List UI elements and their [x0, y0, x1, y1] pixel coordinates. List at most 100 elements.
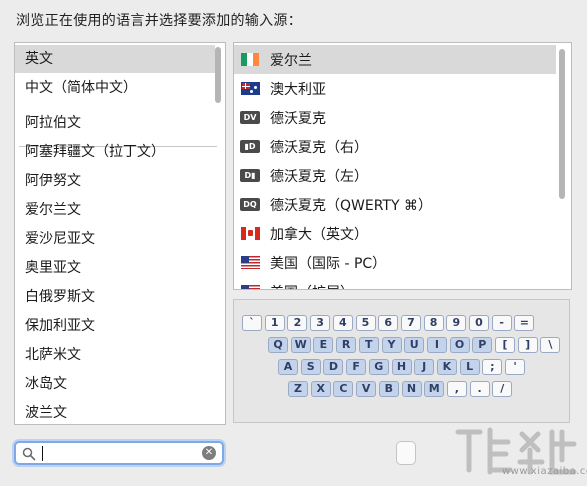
keyboard-key: Z	[288, 381, 308, 397]
language-item-label: 中文（简体中文）	[25, 80, 137, 96]
language-item-label: 阿塞拜疆文（拉丁文）	[25, 144, 165, 160]
keyboard-key: B	[378, 381, 399, 397]
keyboard-key: \	[540, 337, 561, 353]
input-source-item[interactable]: 加拿大（英文）	[234, 219, 556, 248]
keyboard-key: G	[368, 359, 389, 375]
language-item[interactable]: 奥里亚文	[15, 254, 215, 282]
keyboard-key: N	[401, 381, 422, 397]
keyboard-key: 5	[355, 315, 376, 331]
keyboard-key: `	[242, 315, 262, 331]
keyboard-key: F	[346, 359, 367, 375]
dvorak-icon: DV	[240, 111, 260, 125]
language-item[interactable]: 北萨米文	[15, 341, 215, 369]
keyboard-key: C	[333, 381, 354, 397]
language-item[interactable]: 白俄罗斯文	[15, 283, 215, 311]
keyboard-key: L	[459, 359, 480, 375]
flag-ireland-icon	[240, 53, 260, 67]
keyboard-key: U	[404, 337, 425, 353]
language-item[interactable]: 保加利亚文	[15, 312, 215, 340]
keyboard-key: [	[495, 337, 515, 353]
language-item[interactable]: 冰岛文	[15, 370, 215, 398]
keyboard-key: '	[505, 359, 525, 375]
language-item-label: 波兰文	[25, 405, 67, 421]
keyboard-key: V	[356, 381, 377, 397]
search-icon	[22, 447, 36, 461]
keyboard-key: A	[278, 359, 298, 375]
input-source-item[interactable]: DV 德沃夏克	[234, 103, 556, 132]
input-source-label: 加拿大（英文）	[270, 226, 368, 243]
keyboard-key: ;	[482, 359, 503, 375]
input-source-label: 德沃夏克	[270, 110, 326, 127]
keyboard-key: /	[492, 381, 513, 397]
keyboard-key: I	[426, 337, 447, 353]
language-list-scrollbar[interactable]	[215, 47, 221, 103]
language-list[interactable]: 英文 中文（简体中文） 阿拉伯文 阿塞拜疆文（拉丁文） 阿伊努文 爱尔兰文 爱沙…	[14, 42, 226, 425]
dvorak-right-icon: ▮D	[240, 140, 260, 154]
input-source-label: 爱尔兰	[270, 52, 312, 69]
language-item[interactable]: 阿拉伯文	[15, 109, 215, 137]
input-source-item[interactable]: ▮D 德沃夏克（右）	[234, 132, 556, 161]
keyboard-key: T	[358, 337, 379, 353]
input-source-list-scrollbar[interactable]	[559, 49, 565, 199]
language-item-label: 冰岛文	[25, 376, 67, 392]
language-item[interactable]: 中文（简体中文）	[15, 74, 215, 102]
keyboard-key: -	[491, 315, 512, 331]
flag-australia-icon	[240, 82, 260, 96]
keyboard-key: W	[290, 337, 311, 353]
keyboard-key: 4	[332, 315, 353, 331]
input-source-label: 澳大利亚	[270, 81, 326, 98]
keyboard-key: P	[472, 337, 493, 353]
input-source-item[interactable]: DQ 德沃夏克（QWERTY ⌘）	[234, 190, 556, 219]
keyboard-key: 7	[400, 315, 421, 331]
search-input[interactable]	[42, 445, 192, 461]
keyboard-key: H	[391, 359, 412, 375]
keyboard-key: D	[323, 359, 344, 375]
keyboard-key: 2	[287, 315, 308, 331]
language-item-label: 英文	[25, 51, 53, 67]
keyboard-layout-preview: ` 1 2 3 4 5 6 7 8 9 0- = Q W E R T Y U I O P[] \ A S D F G H J K L; ' Z X C…	[233, 299, 570, 423]
language-item[interactable]: 波兰文	[15, 399, 215, 424]
keyboard-key: O	[449, 337, 470, 353]
clear-search-button[interactable]: ✕	[202, 446, 216, 460]
text-caret	[42, 446, 43, 461]
input-source-list[interactable]: 爱尔兰 澳大利亚 DV 德沃夏克 ▮D 德沃夏克（右） D▮ 德沃夏克（左） D…	[233, 42, 572, 290]
language-item-label: 北萨米文	[25, 347, 81, 363]
keyboard-key: 9	[446, 315, 467, 331]
keyboard-key: E	[313, 337, 334, 353]
keyboard-key: 6	[378, 315, 399, 331]
language-item-label: 奥里亚文	[25, 260, 81, 276]
keyboard-key: S	[300, 359, 321, 375]
keyboard-key: K	[436, 359, 457, 375]
keyboard-key: 0	[469, 315, 489, 331]
language-search-field[interactable]: ✕	[14, 441, 224, 465]
instruction-label: 浏览正在使用的语言并选择要添加的输入源：	[16, 13, 302, 29]
input-source-label: 美国（国际 - PC）	[270, 255, 387, 272]
language-item-label: 阿伊努文	[25, 173, 81, 189]
input-source-item[interactable]: 美国（国际 - PC）	[234, 248, 556, 277]
add-input-source-sheet: 浏览正在使用的语言并选择要添加的输入源： 英文 中文（简体中文） 阿拉伯文 阿塞…	[0, 0, 587, 486]
language-item[interactable]: 阿伊努文	[15, 167, 215, 195]
input-source-label: 德沃夏克（QWERTY ⌘）	[270, 197, 432, 214]
language-item-label: 阿拉伯文	[25, 115, 81, 131]
keyboard-key: 8	[423, 315, 444, 331]
language-item[interactable]: 阿塞拜疆文（拉丁文）	[15, 138, 215, 166]
language-item[interactable]: 爱尔兰文	[15, 196, 215, 224]
keyboard-key: ,	[446, 381, 467, 397]
keyboard-key: ]	[517, 337, 538, 353]
keyboard-key: 3	[310, 315, 331, 331]
keyboard-key: M	[424, 381, 445, 397]
dvorak-left-icon: D▮	[240, 169, 260, 183]
keyboard-key: 1	[264, 315, 285, 331]
language-item[interactable]: 爱沙尼亚文	[15, 225, 215, 253]
input-source-item[interactable]: 美国（扩展）	[234, 277, 556, 290]
input-source-item[interactable]: 爱尔兰	[234, 45, 556, 74]
language-item[interactable]: 英文	[15, 45, 215, 73]
input-source-item[interactable]: 澳大利亚	[234, 74, 556, 103]
input-source-item[interactable]: D▮ 德沃夏克（左）	[234, 161, 556, 190]
keyboard-key: X	[310, 381, 331, 397]
language-item-label: 爱沙尼亚文	[25, 231, 95, 247]
input-source-label: 美国（扩展）	[270, 282, 354, 290]
input-source-label: 德沃夏克（右）	[270, 139, 368, 156]
sheet-button-partial[interactable]	[396, 441, 416, 465]
keyboard-key: .	[469, 381, 490, 397]
